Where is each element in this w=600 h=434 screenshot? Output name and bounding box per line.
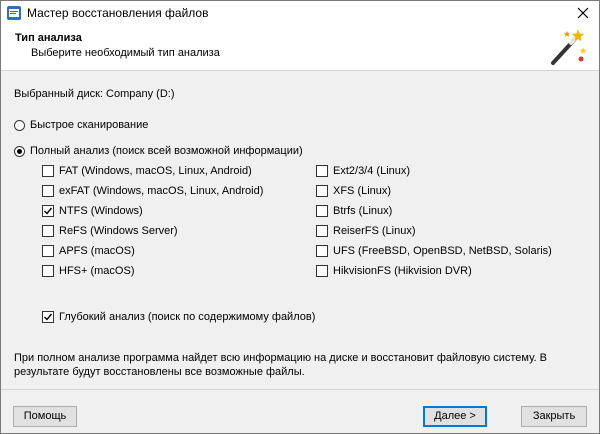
content-area: Выбранный диск: Company (D:) Быстрое ска… (1, 71, 599, 389)
fs-reiserfs-label: ReiserFS (Linux) (333, 225, 416, 237)
fs-hikvisionfs-option[interactable]: HikvisionFS (Hikvision DVR) (316, 265, 472, 277)
fs-reiserfs-option[interactable]: ReiserFS (Linux) (316, 225, 416, 237)
fs-ntfs-label: NTFS (Windows) (59, 205, 143, 217)
title-bar: Мастер восстановления файлов (1, 1, 599, 25)
fs-apfs-label: APFS (macOS) (59, 245, 135, 257)
wizard-header: Тип анализа Выберите необходимый тип ана… (1, 25, 599, 71)
quick-scan-option[interactable]: Быстрое сканирование (14, 119, 148, 131)
fs-hikvisionfs-label: HikvisionFS (Hikvision DVR) (333, 265, 472, 277)
fs-ufs-checkbox[interactable] (316, 245, 328, 257)
fs-btrfs-option[interactable]: Btrfs (Linux) (316, 205, 392, 217)
fs-ext-checkbox[interactable] (316, 165, 328, 177)
deep-analysis-checkbox[interactable] (42, 311, 54, 323)
full-scan-radio[interactable] (14, 145, 25, 157)
deep-analysis-option[interactable]: Глубокий анализ (поиск по содержимому фа… (42, 311, 315, 323)
full-scan-label: Полный анализ (поиск всей возможной инфо… (30, 145, 303, 157)
next-button[interactable]: Далее > (423, 406, 487, 427)
fs-ufs-label: UFS (FreeBSD, OpenBSD, NetBSD, Solaris) (333, 245, 552, 257)
close-button[interactable]: Закрыть (521, 406, 587, 427)
magic-wand-icon (551, 29, 587, 65)
button-bar: Помощь Далее > Закрыть (1, 389, 599, 433)
window-title: Мастер восстановления файлов (27, 6, 209, 20)
checkmark-icon (44, 207, 53, 215)
fs-fat-checkbox[interactable] (42, 165, 54, 177)
page-title: Тип анализа (15, 32, 82, 44)
fs-apfs-checkbox[interactable] (42, 245, 54, 257)
fs-ntfs-checkbox[interactable] (42, 205, 54, 217)
quick-scan-radio[interactable] (14, 119, 25, 131)
fs-btrfs-checkbox[interactable] (316, 205, 328, 217)
fs-refs-option[interactable]: ReFS (Windows Server) (42, 225, 178, 237)
help-button[interactable]: Помощь (13, 406, 77, 427)
full-scan-option[interactable]: Полный анализ (поиск всей возможной инфо… (14, 145, 303, 157)
fs-btrfs-label: Btrfs (Linux) (333, 205, 393, 217)
fs-exfat-checkbox[interactable] (42, 185, 54, 197)
deep-analysis-label: Глубокий анализ (поиск по содержимому фа… (59, 311, 316, 323)
fs-ext-option[interactable]: Ext2/3/4 (Linux) (316, 165, 410, 177)
fs-hfsplus-label: HFS+ (macOS) (59, 265, 135, 277)
selected-disk-label: Выбранный диск: Company (D:) (14, 88, 175, 100)
fs-xfs-option[interactable]: XFS (Linux) (316, 185, 391, 197)
fs-exfat-label: exFAT (Windows, macOS, Linux, Android) (59, 185, 264, 197)
page-subtitle: Выберите необходимый тип анализа (31, 47, 220, 59)
fs-xfs-label: XFS (Linux) (333, 185, 392, 197)
fs-hfsplus-option[interactable]: HFS+ (macOS) (42, 265, 134, 277)
close-icon[interactable] (573, 3, 593, 23)
fs-reiserfs-checkbox[interactable] (316, 225, 328, 237)
fs-exfat-option[interactable]: exFAT (Windows, macOS, Linux, Android) (42, 185, 263, 197)
fs-ext-label: Ext2/3/4 (Linux) (333, 165, 411, 177)
fs-refs-label: ReFS (Windows Server) (59, 225, 178, 237)
fs-apfs-option[interactable]: APFS (macOS) (42, 245, 135, 257)
fs-xfs-checkbox[interactable] (316, 185, 328, 197)
wizard-window: Мастер восстановления файлов Тип анализа… (0, 0, 600, 434)
info-description: При полном анализе программа найдет всю … (14, 352, 547, 378)
fs-refs-checkbox[interactable] (42, 225, 54, 237)
fs-fat-option[interactable]: FAT (Windows, macOS, Linux, Android) (42, 165, 252, 177)
fs-fat-label: FAT (Windows, macOS, Linux, Android) (59, 165, 252, 177)
fs-hikvisionfs-checkbox[interactable] (316, 265, 328, 277)
quick-scan-label: Быстрое сканирование (30, 119, 149, 131)
fs-hfsplus-checkbox[interactable] (42, 265, 54, 277)
fs-ntfs-option[interactable]: NTFS (Windows) (42, 205, 143, 217)
app-icon (7, 6, 21, 20)
checkmark-icon (44, 313, 53, 321)
fs-ufs-option[interactable]: UFS (FreeBSD, OpenBSD, NetBSD, Solaris) (316, 245, 552, 257)
